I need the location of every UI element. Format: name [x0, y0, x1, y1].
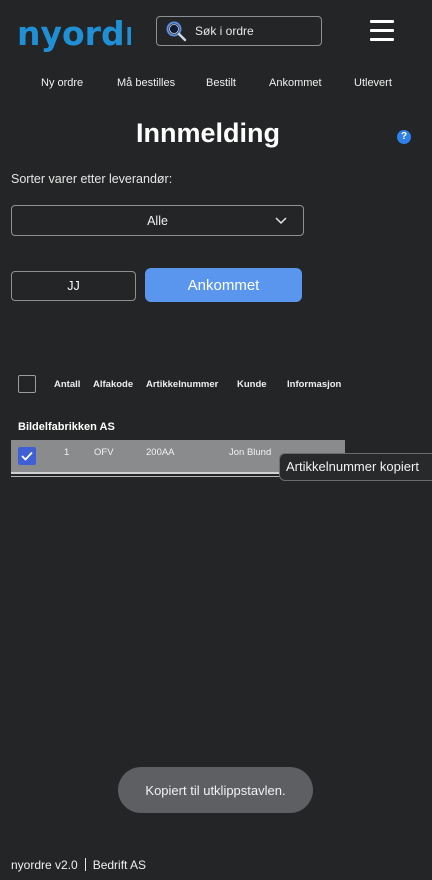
- clipboard-toast: Kopiert til utklippstavlen.: [118, 767, 313, 813]
- svg-text:nyordre: nyordre: [17, 14, 131, 53]
- column-header-antall: Antall: [54, 379, 81, 390]
- nav-item-bestilt[interactable]: Bestilt: [206, 77, 236, 89]
- supplier-select[interactable]: Alle: [11, 205, 304, 236]
- nav-item-utlevert[interactable]: Utlevert: [354, 77, 392, 89]
- supplier-group-title: Bildelfabrikken AS: [18, 421, 115, 433]
- search-input[interactable]: Søk i ordre: [156, 16, 322, 46]
- nav-item-ma-bestilles[interactable]: Må bestilles: [117, 77, 175, 89]
- checkmark-icon: [21, 451, 33, 461]
- chevron-down-icon: [275, 217, 287, 225]
- column-header-informasjon: Informasjon: [287, 379, 342, 390]
- footer: nyordre v2.0 Bedrift AS: [11, 858, 146, 872]
- nyordre-logo[interactable]: nyordre: [17, 10, 131, 58]
- main-nav: Ny ordre Må bestilles Bestilt Ankommet U…: [0, 77, 432, 91]
- search-placeholder: Søk i ordre: [195, 24, 254, 38]
- page-title: Innmelding: [136, 118, 280, 148]
- copied-tooltip: Artikkelnummer kopiert: [279, 453, 432, 481]
- nav-item-ankommet[interactable]: Ankommet: [269, 77, 322, 89]
- hamburger-menu-icon[interactable]: [370, 20, 394, 42]
- cell-alfakode[interactable]: OFV: [94, 447, 114, 458]
- row-checkbox[interactable]: [18, 447, 36, 465]
- sort-label: Sorter varer etter leverandør:: [11, 172, 173, 186]
- search-icon: [166, 21, 187, 42]
- nav-item-ny-ordre[interactable]: Ny ordre: [41, 77, 83, 89]
- cell-artikkelnummer[interactable]: 200AA: [146, 447, 175, 458]
- footer-app-version: nyordre v2.0: [11, 858, 78, 872]
- footer-separator: [84, 858, 86, 871]
- column-header-alfakode: Alfakode: [93, 379, 134, 390]
- select-all-checkbox[interactable]: [18, 375, 36, 393]
- help-icon[interactable]: ?: [397, 130, 411, 144]
- cell-kunde: Jon Blund: [229, 447, 272, 458]
- footer-company: Bedrift AS: [92, 858, 147, 872]
- ankommet-button[interactable]: Ankommet: [145, 268, 302, 302]
- initials-input[interactable]: JJ: [11, 271, 136, 301]
- column-header-artikkelnummer: Artikkelnummer: [146, 379, 219, 390]
- column-header-kunde: Kunde: [237, 379, 267, 390]
- cell-antall: 1: [64, 447, 70, 458]
- supplier-select-value: Alle: [147, 213, 168, 228]
